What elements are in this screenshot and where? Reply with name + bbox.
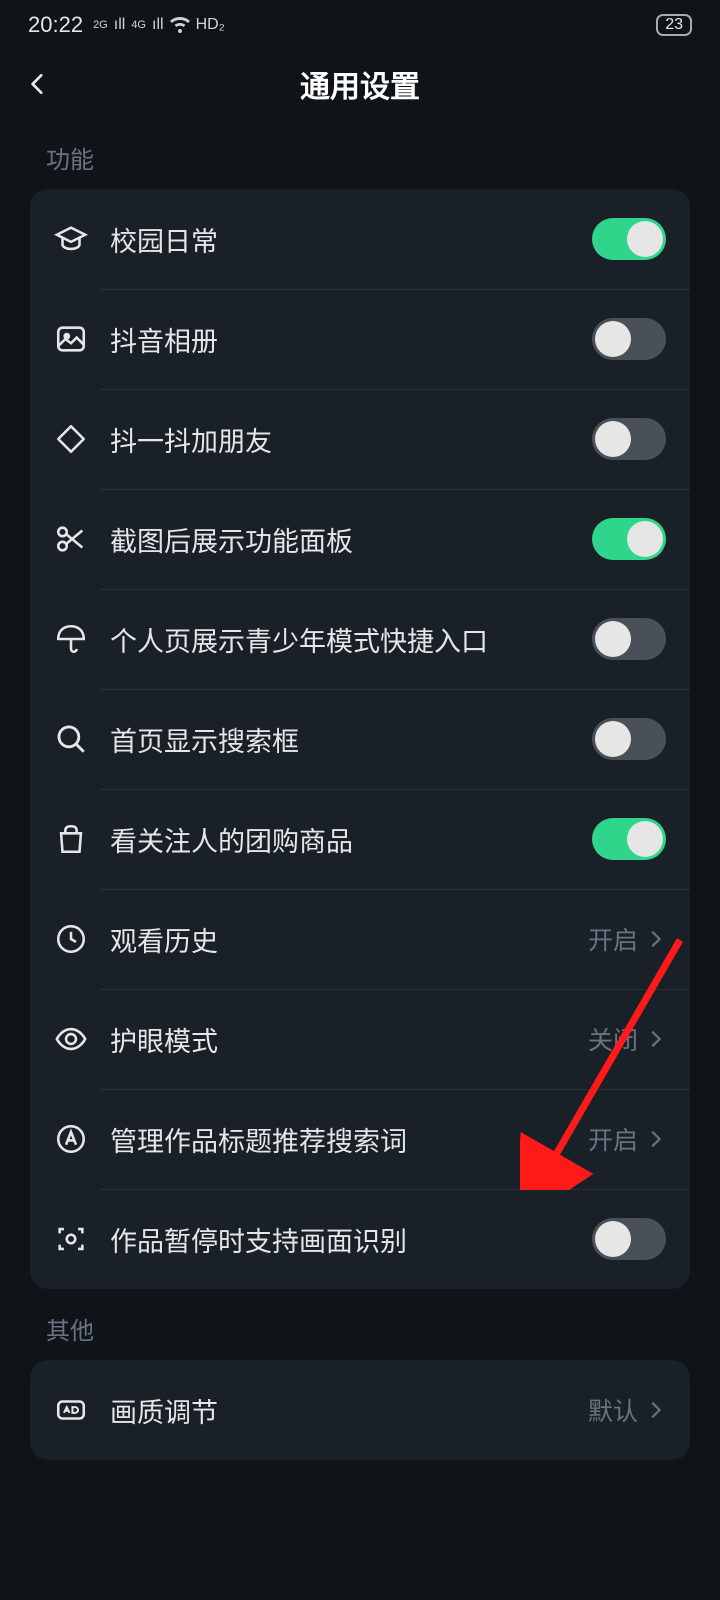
umbrella-icon [54,622,88,656]
back-button[interactable] [18,64,58,104]
row-album[interactable]: 抖音相册 [30,289,690,389]
settings-card-other: 画质调节 默认 [30,1360,690,1460]
letter-a-icon [54,1122,88,1156]
clock-icon [54,922,88,956]
scan-icon [54,1222,88,1256]
status-time: 20:22 [28,12,83,38]
row-groupbuy[interactable]: 看关注人的团购商品 [30,789,690,889]
toggle-search[interactable] [592,718,666,760]
row-eye[interactable]: 护眼模式 关闭 [30,989,690,1089]
row-pauseocr[interactable]: 作品暂停时支持画面识别 [30,1189,690,1289]
eye-icon [54,1022,88,1056]
rotate-icon [54,422,88,456]
row-value: 关闭 [588,1021,638,1057]
row-label: 抖音相册 [110,320,592,359]
page-title: 通用设置 [0,62,720,106]
search-icon [54,722,88,756]
row-campus[interactable]: 校园日常 [30,189,690,289]
chevron-right-icon [644,1028,666,1050]
row-screenshot[interactable]: 截图后展示功能面板 [30,489,690,589]
chevron-right-icon [644,1128,666,1150]
row-value: 开启 [588,921,638,957]
quality-icon [54,1393,88,1427]
row-label: 首页显示搜索框 [110,720,592,759]
toggle-teen[interactable] [592,618,666,660]
row-label: 画质调节 [110,1391,588,1430]
status-hd: HD₂ [196,16,225,34]
toggle-shake[interactable] [592,418,666,460]
row-label: 看关注人的团购商品 [110,820,592,859]
status-battery: 23 [656,14,692,36]
status-signal-icons: 2Gıll 4Gıll HD₂ [93,16,225,34]
row-teen[interactable]: 个人页展示青少年模式快捷入口 [30,589,690,689]
row-label: 校园日常 [110,220,592,259]
row-label: 抖一抖加朋友 [110,420,592,459]
row-label: 个人页展示青少年模式快捷入口 [110,620,592,659]
section-label-other: 其他 [0,1289,720,1360]
toggle-groupbuy[interactable] [592,818,666,860]
row-shake[interactable]: 抖一抖加朋友 [30,389,690,489]
row-search[interactable]: 首页显示搜索框 [30,689,690,789]
toggle-pauseocr[interactable] [592,1218,666,1260]
row-history[interactable]: 观看历史 开启 [30,889,690,989]
shopping-bag-icon [54,822,88,856]
row-quality[interactable]: 画质调节 默认 [30,1360,690,1460]
header: 通用设置 [0,50,720,118]
image-icon [54,322,88,356]
scissors-icon [54,522,88,556]
chevron-right-icon [644,928,666,950]
toggle-screenshot[interactable] [592,518,666,560]
row-label: 管理作品标题推荐搜索词 [110,1120,588,1159]
chevron-right-icon [644,1399,666,1421]
row-label: 观看历史 [110,920,588,959]
section-label-func: 功能 [0,118,720,189]
toggle-album[interactable] [592,318,666,360]
toggle-campus[interactable] [592,218,666,260]
status-bar: 20:22 2Gıll 4Gıll HD₂ 23 [0,0,720,50]
row-value: 默认 [588,1392,638,1428]
row-keywords[interactable]: 管理作品标题推荐搜索词 开启 [30,1089,690,1189]
row-label: 护眼模式 [110,1020,588,1059]
row-label: 截图后展示功能面板 [110,520,592,559]
graduation-cap-icon [54,222,88,256]
settings-card-func: 校园日常 抖音相册 抖一抖加朋友 截图后展示功能面板 个人页展示青少年模式快捷入… [30,189,690,1289]
row-label: 作品暂停时支持画面识别 [110,1220,592,1259]
row-value: 开启 [588,1121,638,1157]
